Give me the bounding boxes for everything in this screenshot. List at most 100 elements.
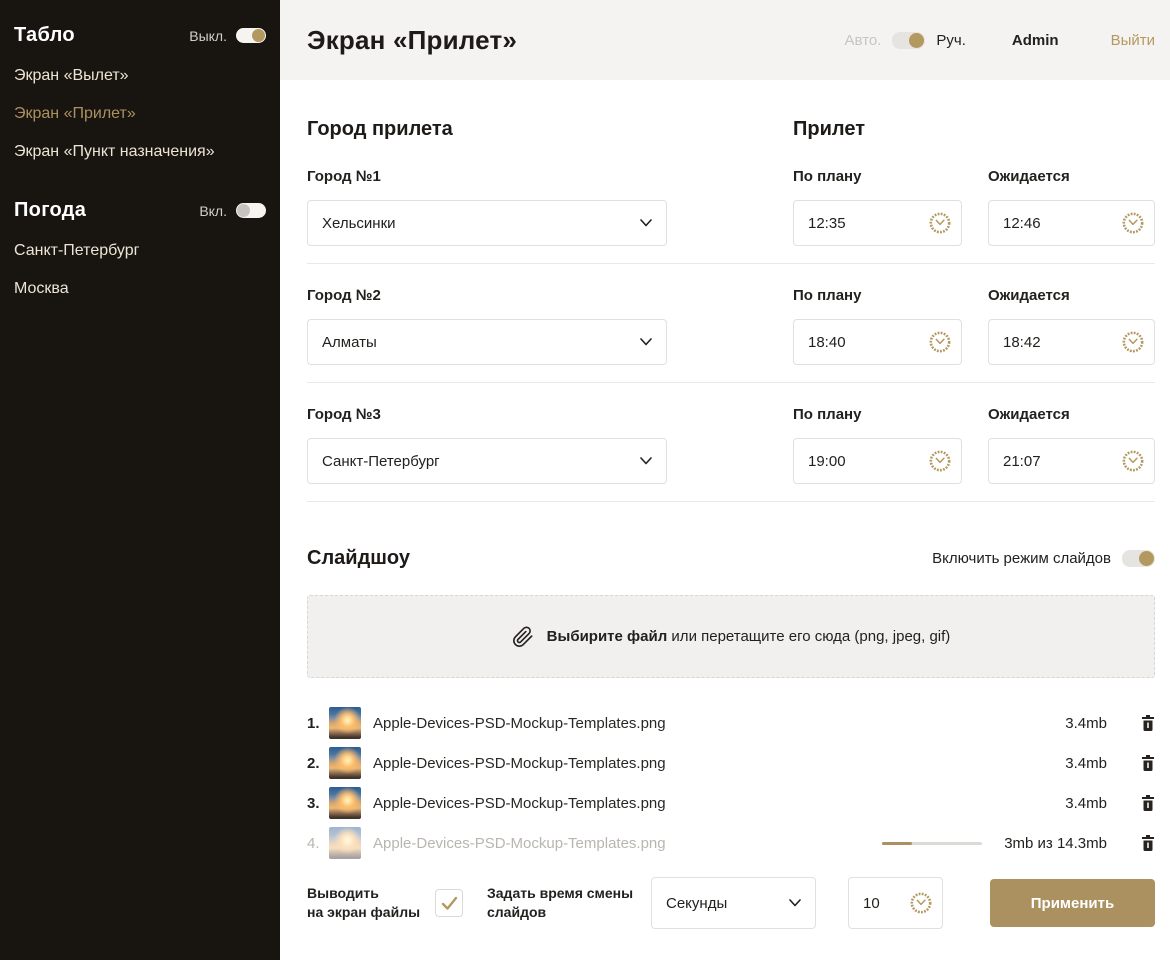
toggle-knob <box>252 29 265 42</box>
arrival-row: Город №1 Хельсинки По плану 12:35 Ожидае… <box>307 168 1155 264</box>
toggle-knob <box>1139 551 1154 566</box>
sidebar-item-moscow[interactable]: Москва <box>14 280 266 298</box>
arrival-row: Город №3 Санкт-Петербург По плану 19:00 … <box>307 406 1155 502</box>
display-files-label-line2: на экран файлы <box>307 903 435 922</box>
chevron-down-icon <box>640 219 652 227</box>
expected-time-input-1[interactable]: 12:46 <box>988 200 1155 246</box>
plan-time-value: 19:00 <box>808 453 846 470</box>
arrival-heading: Прилет <box>793 118 962 140</box>
trash-icon[interactable] <box>1141 755 1155 771</box>
checkmark-icon <box>441 896 458 911</box>
slide-interval-label: Задать время смены слайдов <box>487 884 637 922</box>
file-thumbnail <box>329 827 361 859</box>
logout-link[interactable]: Выйти <box>1111 32 1155 49</box>
file-row: 3. Apple-Devices-PSD-Mockup-Templates.pn… <box>307 787 1155 819</box>
sidebar: Табло Выкл. Экран «Вылет» Экран «Прилет»… <box>0 0 280 960</box>
file-size: 3.4mb <box>1015 795 1107 812</box>
expected-time-input-2[interactable]: 18:42 <box>988 319 1155 365</box>
user-name: Admin <box>1012 32 1059 49</box>
slide-interval-label-line2: слайдов <box>487 903 637 922</box>
slideshow-toggle-label: Включить режим слайдов <box>932 550 1111 567</box>
city-label: Город №1 <box>307 168 767 186</box>
mode-toggle[interactable] <box>892 32 925 49</box>
file-upload-dropzone[interactable]: Выбирите файл или перетащите его сюда (p… <box>307 595 1155 678</box>
toggle-knob <box>237 204 250 217</box>
file-row: 2. Apple-Devices-PSD-Mockup-Templates.pn… <box>307 747 1155 779</box>
clock-icon[interactable] <box>910 892 932 914</box>
sidebar-item-destination-screen[interactable]: Экран «Пункт назначения» <box>14 143 266 161</box>
sidebar-item-arrival-screen[interactable]: Экран «Прилет» <box>14 105 266 123</box>
plan-label: По плану <box>793 406 962 424</box>
plan-label: По плану <box>793 287 962 305</box>
file-name: Apple-Devices-PSD-Mockup-Templates.png <box>373 835 882 852</box>
file-name: Apple-Devices-PSD-Mockup-Templates.png <box>373 755 1015 772</box>
mode-auto-label[interactable]: Авто. <box>845 32 882 49</box>
interval-unit-value: Секунды <box>666 895 727 912</box>
upload-instruction-rest: или перетащите его сюда (png, jpeg, gif) <box>667 628 950 645</box>
clock-icon[interactable] <box>1122 331 1144 353</box>
display-files-checkbox[interactable] <box>435 889 463 917</box>
city-label: Город №3 <box>307 406 767 424</box>
expected-time-input-3[interactable]: 21:07 <box>988 438 1155 484</box>
expected-label: Ожидается <box>988 406 1155 424</box>
city-select-2[interactable]: Алматы <box>307 319 667 365</box>
trash-icon[interactable] <box>1141 835 1155 851</box>
city-select-1[interactable]: Хельсинки <box>307 200 667 246</box>
file-list: 1. Apple-Devices-PSD-Mockup-Templates.pn… <box>307 707 1155 859</box>
expected-time-value: 18:42 <box>1003 334 1041 351</box>
upload-progress-fill <box>882 842 912 845</box>
clock-icon[interactable] <box>1122 450 1144 472</box>
chevron-down-icon <box>640 457 652 465</box>
chevron-down-icon <box>789 899 801 907</box>
upload-progress-bar <box>882 842 982 845</box>
plan-label: По плану <box>793 168 962 186</box>
sidebar-item-departure-screen[interactable]: Экран «Вылет» <box>14 67 266 85</box>
file-size: 3.4mb <box>1015 715 1107 732</box>
plan-time-value: 12:35 <box>808 215 846 232</box>
mode-manual-label[interactable]: Руч. <box>936 32 966 49</box>
plan-time-input-1[interactable]: 12:35 <box>793 200 962 246</box>
cities-heading: Город прилета <box>307 118 767 140</box>
plan-time-input-2[interactable]: 18:40 <box>793 319 962 365</box>
slideshow-heading: Слайдшоу <box>307 547 410 569</box>
city-select-3[interactable]: Санкт-Петербург <box>307 438 667 484</box>
slideshow-toggle[interactable] <box>1122 550 1155 567</box>
trash-icon[interactable] <box>1141 715 1155 731</box>
clock-icon[interactable] <box>929 331 951 353</box>
plan-time-value: 18:40 <box>808 334 846 351</box>
sidebar-item-saint-petersburg[interactable]: Санкт-Петербург <box>14 242 266 260</box>
trash-icon[interactable] <box>1141 795 1155 811</box>
expected-time-value: 12:46 <box>1003 215 1041 232</box>
file-size: 3.4mb <box>1015 755 1107 772</box>
tablo-toggle[interactable] <box>236 28 266 43</box>
page-header: Экран «Прилет» Авто. Руч. Admin Выйти <box>280 0 1170 80</box>
clock-icon[interactable] <box>929 212 951 234</box>
plan-time-input-3[interactable]: 19:00 <box>793 438 962 484</box>
file-thumbnail <box>329 787 361 819</box>
apply-button[interactable]: Применить <box>990 879 1155 927</box>
paperclip-icon <box>512 626 534 648</box>
file-number: 2. <box>307 755 329 772</box>
clock-icon[interactable] <box>929 450 951 472</box>
slideshow-settings: Выводить на экран файлы Задать время сме… <box>307 877 1155 929</box>
city-select-value: Хельсинки <box>322 215 396 232</box>
interval-value-input[interactable]: 10 <box>848 877 943 929</box>
tablo-toggle-label: Выкл. <box>189 28 227 44</box>
page-title: Экран «Прилет» <box>307 25 845 56</box>
file-number: 1. <box>307 715 329 732</box>
city-select-value: Санкт-Петербург <box>322 453 440 470</box>
file-row-uploading: 4. Apple-Devices-PSD-Mockup-Templates.pn… <box>307 827 1155 859</box>
file-name: Apple-Devices-PSD-Mockup-Templates.png <box>373 715 1015 732</box>
interval-value: 10 <box>863 895 880 912</box>
expected-time-value: 21:07 <box>1003 453 1041 470</box>
city-select-value: Алматы <box>322 334 377 351</box>
sidebar-section-title-tablo: Табло <box>14 24 75 47</box>
interval-unit-select[interactable]: Секунды <box>651 877 816 929</box>
upload-instruction: Выбирите файл или перетащите его сюда (p… <box>547 628 951 645</box>
sidebar-section-title-weather: Погода <box>14 199 86 222</box>
expected-label: Ожидается <box>988 287 1155 305</box>
city-label: Город №2 <box>307 287 767 305</box>
clock-icon[interactable] <box>1122 212 1144 234</box>
weather-toggle[interactable] <box>236 203 266 218</box>
slide-interval-label-line1: Задать время смены <box>487 884 637 903</box>
